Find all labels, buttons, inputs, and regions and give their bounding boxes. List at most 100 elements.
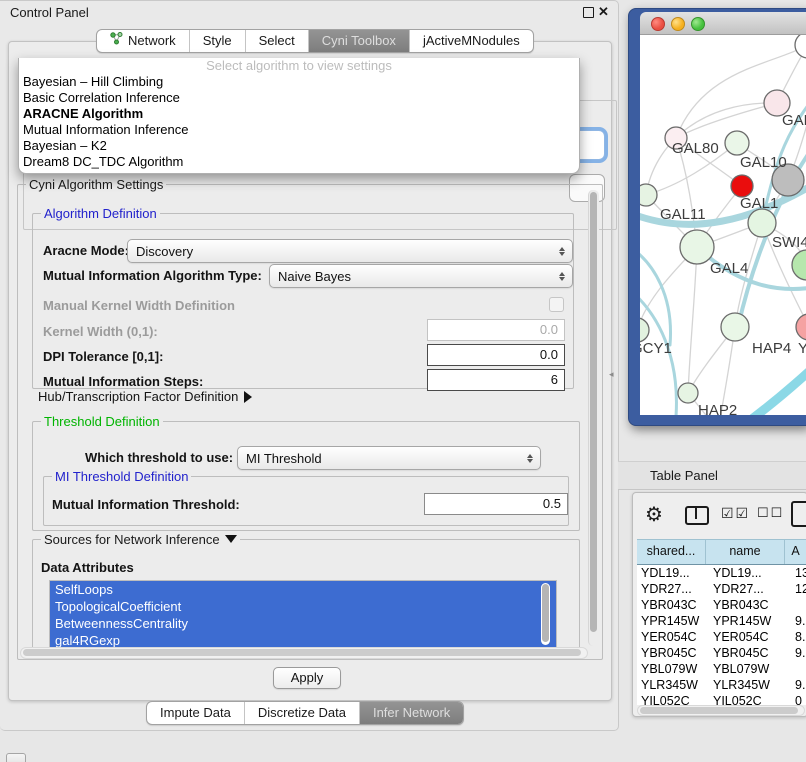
column-header[interactable]: A bbox=[785, 540, 806, 564]
table-row[interactable]: YLR345WYLR345W9. bbox=[637, 677, 806, 693]
network-node[interactable] bbox=[721, 313, 749, 341]
table-row[interactable]: YBL079WYBL079W bbox=[637, 661, 806, 677]
hub-definition-expander[interactable]: Hub/Transcription Factor Definition bbox=[38, 389, 252, 404]
mi-threshold-field[interactable]: 0.5 bbox=[424, 493, 568, 515]
kernel-width-field[interactable]: 0.0 bbox=[427, 319, 565, 341]
network-node[interactable] bbox=[792, 250, 806, 280]
tab-cyni-toolbox[interactable]: Cyni Toolbox bbox=[308, 30, 409, 52]
bottom-tabs: Impute DataDiscretize DataInfer Network bbox=[146, 701, 464, 725]
settings-vertical-scrollbar-thumb[interactable] bbox=[590, 192, 597, 632]
settings-vertical-scrollbar[interactable] bbox=[588, 190, 599, 646]
node-label: GAL10 bbox=[740, 154, 787, 171]
settings-horizontal-scrollbar[interactable] bbox=[20, 647, 588, 659]
data-attributes-list[interactable]: SelfLoopsTopologicalCoefficientBetweenne… bbox=[49, 580, 557, 650]
table-row[interactable]: YBR043CYBR043C bbox=[637, 597, 806, 613]
network-node[interactable] bbox=[795, 35, 806, 58]
table-row[interactable]: YER054CYER054C8. bbox=[637, 629, 806, 645]
table-body[interactable]: YDL19...YDL19...13YDR27...YDR27...12YBR0… bbox=[637, 565, 806, 705]
aracne-mode-combobox[interactable]: Discovery bbox=[127, 239, 573, 263]
tab-network[interactable]: Network bbox=[97, 30, 189, 52]
attribute-item[interactable]: BetweennessCentrality bbox=[50, 615, 556, 632]
dropdown-item[interactable]: Mutual Information Inference bbox=[19, 122, 579, 138]
dropdown-list: Bayesian – Hill ClimbingBasic Correlatio… bbox=[19, 74, 579, 170]
table-row[interactable]: YIL052CYIL052C0 bbox=[637, 693, 806, 705]
export-table-icon[interactable] bbox=[791, 501, 806, 527]
network-node[interactable] bbox=[725, 131, 749, 155]
network-edge[interactable] bbox=[688, 247, 697, 393]
manual-kernel-checkbox[interactable] bbox=[549, 297, 564, 312]
network-node[interactable] bbox=[796, 314, 806, 340]
sources-group: Sources for Network Inference Data Attri… bbox=[32, 539, 580, 650]
node-label: HAP4 bbox=[752, 340, 791, 357]
table-horizontal-scrollbar-thumb[interactable] bbox=[640, 707, 798, 714]
float-window-icon[interactable] bbox=[583, 7, 594, 18]
table-cell: YBR045C bbox=[709, 645, 791, 661]
bottom-tab-impute-data[interactable]: Impute Data bbox=[147, 702, 244, 724]
tab-style[interactable]: Style bbox=[189, 30, 245, 52]
threshold-definition-group: Threshold Definition Which threshold to … bbox=[32, 421, 580, 531]
table-cell: YLR345W bbox=[709, 677, 791, 693]
settings-horizontal-scrollbar-thumb[interactable] bbox=[23, 649, 581, 656]
panel-splitter-icon[interactable]: ◂ bbox=[609, 369, 614, 380]
zoom-traffic-light-icon[interactable] bbox=[691, 17, 705, 31]
dropdown-item[interactable]: Bayesian – Hill Climbing bbox=[19, 74, 579, 90]
hub-definition-label: Hub/Transcription Factor Definition bbox=[38, 389, 238, 404]
dropdown-item[interactable]: Basic Correlation Inference bbox=[19, 90, 579, 106]
table-header-row[interactable]: shared...nameA bbox=[637, 539, 806, 565]
attribute-item[interactable]: TopologicalCoefficient bbox=[50, 598, 556, 615]
node-label: GAL4 bbox=[710, 260, 748, 277]
control-panel-title: Control Panel bbox=[10, 5, 89, 20]
dpi-tolerance-field[interactable]: 0.0 bbox=[427, 344, 565, 366]
mi-steps-field[interactable]: 6 bbox=[427, 369, 565, 391]
gear-icon[interactable]: ⚙ bbox=[645, 502, 663, 527]
close-icon[interactable]: ✕ bbox=[598, 4, 609, 20]
table-row[interactable]: YPR145WYPR145W9. bbox=[637, 613, 806, 629]
network-node[interactable] bbox=[640, 184, 657, 206]
table-cell: YBR045C bbox=[637, 645, 709, 661]
network-node[interactable] bbox=[640, 318, 649, 342]
network-node[interactable] bbox=[748, 209, 776, 237]
tab-select[interactable]: Select bbox=[245, 30, 308, 52]
which-threshold-combobox[interactable]: MI Threshold bbox=[237, 446, 541, 470]
network-canvas[interactable]: GALGAL80GAL10GAL1GAL11SWI4GAL4GCY1HAP4YH… bbox=[640, 35, 806, 415]
dropdown-item[interactable]: Bayesian – K2 bbox=[19, 138, 579, 154]
column-header[interactable]: name bbox=[706, 540, 785, 564]
dropdown-item[interactable]: Dream8 DC_TDC Algorithm bbox=[19, 154, 579, 170]
dropdown-item[interactable]: ARACNE Algorithm bbox=[19, 106, 579, 122]
control-panel-window: Control Panel ✕ Cyni Algorithm Settings … bbox=[0, 0, 619, 731]
select-all-checkboxes-icon[interactable]: ☑☑ bbox=[721, 505, 750, 522]
column-header[interactable]: shared... bbox=[637, 540, 706, 564]
collapse-down-icon bbox=[225, 535, 237, 543]
attributes-scrollbar[interactable] bbox=[541, 583, 550, 645]
network-window-titlebar[interactable] bbox=[640, 12, 806, 35]
close-traffic-light-icon[interactable] bbox=[651, 17, 665, 31]
attributes-scrollbar-thumb[interactable] bbox=[542, 584, 549, 642]
table-cell: 0 bbox=[791, 693, 806, 705]
table-row[interactable]: YDR27...YDR27...12 bbox=[637, 581, 806, 597]
bottom-tab-discretize-data[interactable]: Discretize Data bbox=[244, 702, 359, 724]
table-horizontal-scrollbar[interactable] bbox=[637, 705, 805, 716]
collapsed-panel-button[interactable] bbox=[6, 753, 26, 762]
table-row[interactable]: YBR045CYBR045C9. bbox=[637, 645, 806, 661]
columns-icon[interactable] bbox=[685, 506, 709, 525]
network-node[interactable] bbox=[731, 175, 753, 197]
table-cell: YDL19... bbox=[709, 565, 791, 581]
mi-type-combobox[interactable]: Naive Bayes bbox=[269, 264, 573, 288]
algorithm-definition-title: Algorithm Definition bbox=[41, 206, 160, 221]
deselect-checkboxes-icon[interactable]: ☐☐ bbox=[757, 505, 784, 521]
algorithm-dropdown-popup: Select algorithm to view settings Bayesi… bbox=[18, 58, 580, 174]
table-row[interactable]: YDL19...YDL19...13 bbox=[637, 565, 806, 581]
apply-button[interactable]: Apply bbox=[273, 667, 341, 689]
network-node[interactable] bbox=[678, 383, 698, 403]
bottom-tab-infer-network[interactable]: Infer Network bbox=[359, 702, 463, 724]
table-cell: YLR345W bbox=[637, 677, 709, 693]
table-cell: YDL19... bbox=[637, 565, 709, 581]
mi-threshold-label: Mutual Information Threshold: bbox=[52, 497, 240, 512]
network-edge[interactable] bbox=[676, 103, 777, 138]
attribute-item[interactable]: SelfLoops bbox=[50, 581, 556, 598]
minimize-traffic-light-icon[interactable] bbox=[671, 17, 685, 31]
table-cell: YBL079W bbox=[637, 661, 709, 677]
network-node[interactable] bbox=[680, 230, 714, 264]
tab-jactivemnodules[interactable]: jActiveMNodules bbox=[409, 30, 533, 52]
node-label: GCY1 bbox=[640, 340, 672, 357]
